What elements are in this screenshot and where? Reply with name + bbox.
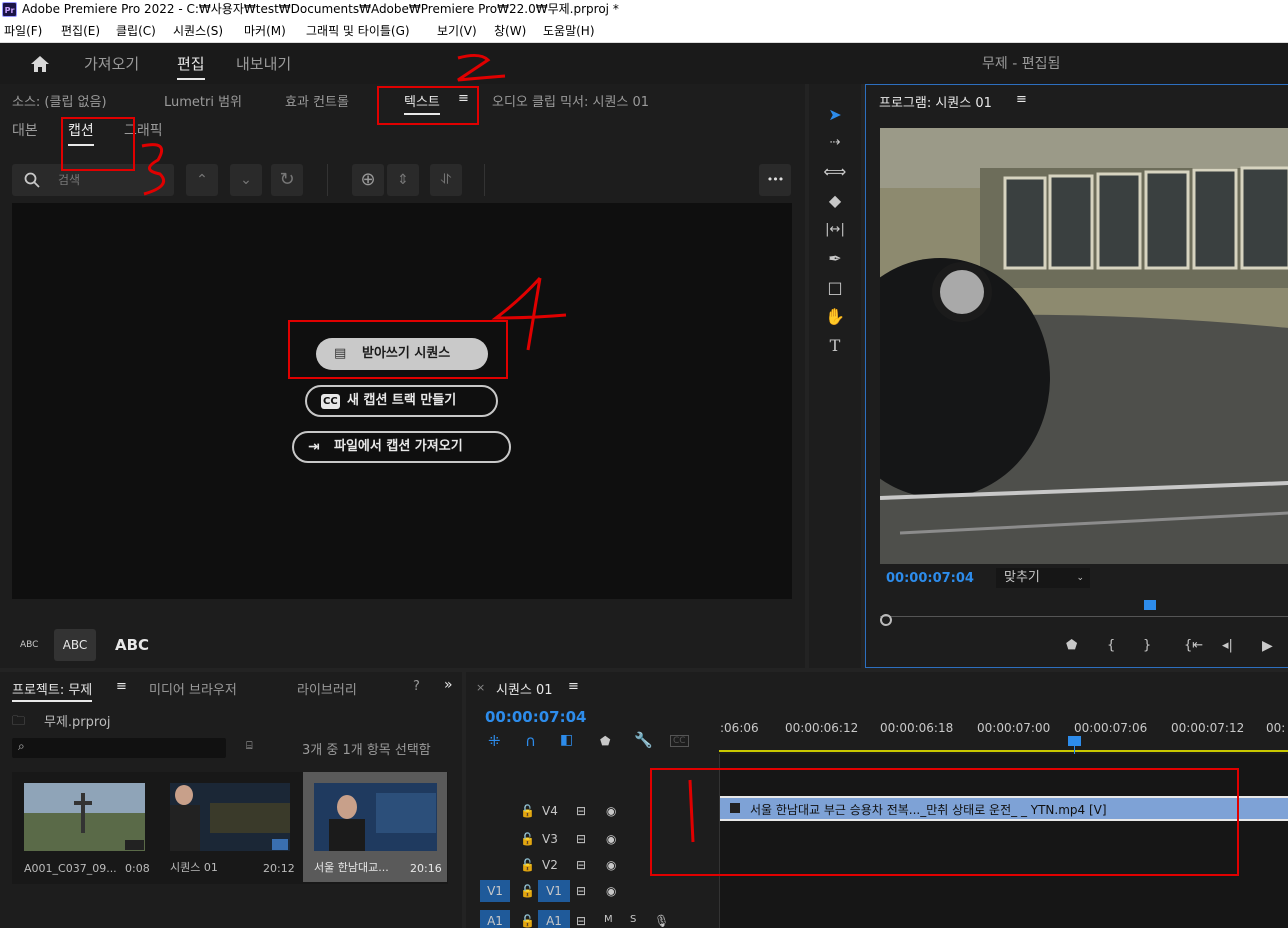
premiere-window: { "app":{"logo":"Pr","title":"Adobe Prem… <box>0 0 1288 928</box>
annotation-strokes <box>141 53 695 843</box>
